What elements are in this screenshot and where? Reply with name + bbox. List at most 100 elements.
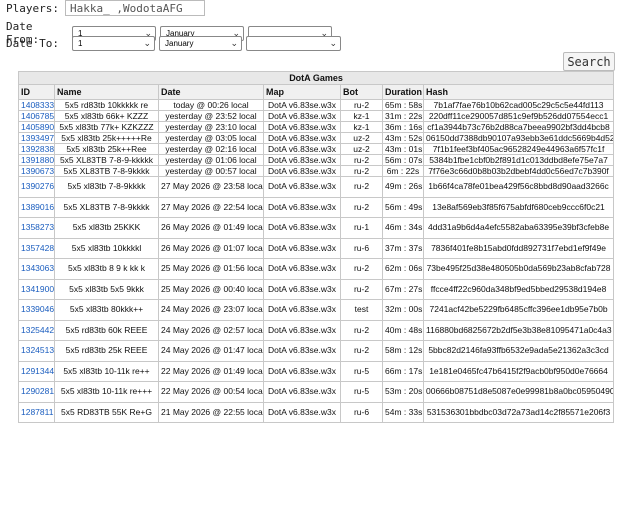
game-date-cell: 22 May 2026 @ 00:54 local	[158, 381, 264, 403]
game-map-cell: DotA v6.83se.w3x	[263, 99, 341, 111]
game-hash-cell: 73be495f25d38e480505b0da569b23ab8cfab728	[422, 258, 615, 280]
game-hash-cell: 1e181e0465fc47b6415f2f9acb0bf950d0e76664	[422, 360, 615, 382]
date-to-label: Date To:	[6, 37, 59, 50]
game-duration-cell: 49m : 26s	[382, 176, 424, 198]
game-duration-cell: 56m : 49s	[382, 196, 424, 218]
game-duration-cell: 66m : 17s	[382, 360, 424, 382]
game-id-link[interactable]: 1291344	[21, 366, 54, 376]
game-id-link[interactable]: 1290281	[21, 386, 54, 396]
game-hash-cell: 1b66f4ca78fe01bea429f56c8bbd8d90aad3266c	[422, 176, 615, 198]
game-date-cell: yesterday @ 03:05 local	[158, 132, 264, 144]
game-id-link[interactable]: 1358273	[21, 222, 54, 232]
column-header-date: Date	[158, 84, 264, 100]
table-row: 1325442 5x5 rd83tb 60k REEE 24 May 2026 @ …	[18, 319, 615, 341]
game-name-cell: 5x5 xl83tb 10kkkkl	[54, 237, 159, 259]
table-row: 1408333 5x5 rd83tb 10kkkkk re today @ 00:2…	[18, 99, 615, 111]
game-id-link[interactable]: 1405890	[21, 123, 54, 132]
table-row: 1357428 5x5 xl83tb 10kkkkl 26 May 2026 @ 0…	[18, 237, 615, 259]
game-map-cell: DotA v6.83se.w3x	[263, 360, 341, 382]
game-bot-cell: ru-2	[340, 319, 383, 341]
game-duration-cell: 37m : 37s	[382, 237, 424, 259]
column-header-duration: Duration	[382, 84, 424, 100]
game-id-link[interactable]: 1341900	[21, 284, 54, 294]
game-name-cell: 5x5 xl83tb 66k+ KZZZ	[54, 110, 159, 122]
game-hash-cell: 06150dd7388db90107a93ebb3e61ddc5669b4d52	[422, 132, 615, 144]
game-id-cell: 1325442	[18, 319, 55, 341]
game-name-cell: 5x5 RD83TB 55K Re+G	[54, 401, 159, 423]
game-duration-cell: 67m : 27s	[382, 278, 424, 300]
game-hash-cell: cf1a3944b73c76b2d88ca7beea9902bf3dd4bcb8	[422, 121, 615, 133]
game-map-cell: DotA v6.83se.w3x	[263, 278, 341, 300]
game-date-cell: yesterday @ 23:10 local	[158, 121, 264, 133]
table-row: 1406785 5x5 xl83tb 66k+ KZZZ yesterday @ 2…	[18, 110, 615, 122]
game-map-cell: DotA v6.83se.w3x	[263, 299, 341, 321]
game-bot-cell: kz-1	[340, 121, 383, 133]
game-id-link[interactable]: 1325442	[21, 325, 54, 335]
game-hash-cell: 7241acf42be5229fb6485cffc396ee1db95e7b0b	[422, 299, 615, 321]
game-id-link[interactable]: 1408333	[21, 101, 54, 110]
game-hash-cell: ffcce4ff22c960da348bf9ed5bbed29538d194e8	[422, 278, 615, 300]
game-id-link[interactable]: 1392838	[21, 145, 54, 154]
game-date-cell: 21 May 2026 @ 22:55 local	[158, 401, 264, 423]
game-name-cell: 5x5 rd83tb 10kkkkk re	[54, 99, 159, 111]
game-bot-cell: uz-2	[340, 132, 383, 144]
game-bot-cell: kz-1	[340, 110, 383, 122]
date-to-row: Date To: 1 ⌄ January ⌄ ⌄	[6, 36, 345, 51]
game-id-link[interactable]: 1343063	[21, 263, 54, 273]
game-id-link[interactable]: 1390276	[21, 181, 54, 191]
column-header-hash: Hash	[422, 84, 615, 100]
game-id-link[interactable]: 1339046	[21, 304, 54, 314]
column-header-map: Map	[263, 84, 341, 100]
game-name-cell: 5x5 xl83tb 77k+ KZKZZZ	[54, 121, 159, 133]
players-row: Players: Hakka_ ,WodotaAFG	[6, 0, 205, 16]
game-name-cell: 5x5 xl83tb 8 9 k kk k	[54, 258, 159, 280]
to-day-select[interactable]: 1 ⌄	[72, 36, 155, 51]
game-id-link[interactable]: 1406785	[21, 112, 54, 121]
game-bot-cell: ru-2	[340, 258, 383, 280]
game-id-cell: 1391880	[18, 154, 55, 166]
game-date-cell: 26 May 2026 @ 01:49 local	[158, 217, 264, 239]
game-duration-cell: 43m : 01s	[382, 143, 424, 155]
game-duration-cell: 58m : 12s	[382, 340, 424, 362]
to-year-select[interactable]: ⌄	[246, 36, 341, 51]
table-row: 1324513 5x5 rd83tb 25k REEE 24 May 2026 @ …	[18, 340, 615, 362]
game-hash-cell: 7836f401fe8b15abd0fdd892731f7ebd1ef9f49e	[422, 237, 615, 259]
game-date-cell: 24 May 2026 @ 02:57 local	[158, 319, 264, 341]
game-bot-cell: ru-1	[340, 217, 383, 239]
game-date-cell: 26 May 2026 @ 01:07 local	[158, 237, 264, 259]
game-id-link[interactable]: 1357428	[21, 243, 54, 253]
game-bot-cell: ru-2	[340, 196, 383, 218]
game-bot-cell: ru-5	[340, 360, 383, 382]
search-button[interactable]: Search	[563, 52, 615, 71]
game-id-cell: 1290281	[18, 381, 55, 403]
game-duration-cell: 31m : 22s	[382, 110, 424, 122]
game-map-cell: DotA v6.83se.w3x	[263, 121, 341, 133]
game-id-link[interactable]: 1324513	[21, 345, 54, 355]
game-name-cell: 5x5 xl83tb 7-8-9kkkk	[54, 176, 159, 198]
game-bot-cell: ru-2	[340, 99, 383, 111]
game-id-link[interactable]: 1390673	[21, 167, 54, 176]
players-input[interactable]: Hakka_ ,WodotaAFG	[64, 0, 205, 16]
game-name-cell: 5x5 xl83tb 80kkk++	[54, 299, 159, 321]
table-row: 1290281 5x5 xl83tb 10-11k re+++ 22 May 202…	[18, 381, 615, 403]
game-name-cell: 5x5 xl83tb 25k+++++Re	[54, 132, 159, 144]
game-bot-cell: uz-2	[340, 143, 383, 155]
game-id-link[interactable]: 1389016	[21, 202, 54, 212]
game-bot-cell: ru-2	[340, 165, 383, 177]
game-id-link[interactable]: 1391880	[21, 156, 54, 165]
game-date-cell: yesterday @ 00:57 local	[158, 165, 264, 177]
game-hash-cell: 4dd31a9b6d4a4efc5582aba63395e39bf3cfeb8e	[422, 217, 615, 239]
game-map-cell: DotA v6.83se.w3x	[263, 196, 341, 218]
game-id-cell: 1358273	[18, 217, 55, 239]
game-id-link[interactable]: 1287811	[21, 407, 53, 417]
game-date-cell: yesterday @ 01:06 local	[158, 154, 264, 166]
game-id-cell: 1390276	[18, 176, 55, 198]
column-header-id: ID	[18, 84, 55, 100]
game-id-link[interactable]: 1393497	[21, 134, 54, 143]
game-date-cell: yesterday @ 23:52 local	[158, 110, 264, 122]
game-hash-cell: 13e8af569eb3f85f675abfdf680ceb9ccc6f0c21	[422, 196, 615, 218]
table-row: 1405890 5x5 xl83tb 77k+ KZKZZZ yesterday @…	[18, 121, 615, 133]
to-month-select[interactable]: January ⌄	[159, 36, 242, 51]
game-name-cell: 5x5 rd83tb 25k REEE	[54, 340, 159, 362]
table-row: 1339046 5x5 xl83tb 80kkk++ 24 May 2026 @ 2…	[18, 299, 615, 321]
